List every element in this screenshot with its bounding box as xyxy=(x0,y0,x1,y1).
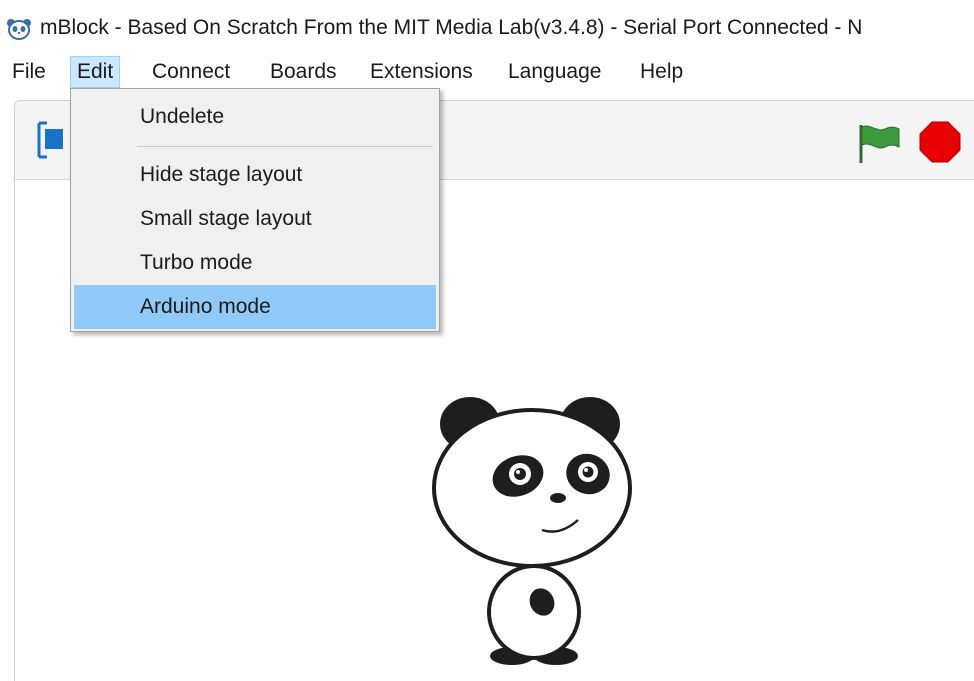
menu-file[interactable]: File xyxy=(6,56,52,88)
menu-help[interactable]: Help xyxy=(634,56,689,88)
edit-dropdown-menu: Undelete Hide stage layout Small stage l… xyxy=(70,88,440,332)
menu-item-turbo-mode[interactable]: Turbo mode xyxy=(74,241,436,285)
panda-sprite-icon[interactable] xyxy=(430,390,640,680)
menu-boards[interactable]: Boards xyxy=(264,56,343,88)
window-title: mBlock - Based On Scratch From the MIT M… xyxy=(40,16,863,39)
menu-item-arduino-mode[interactable]: Arduino mode xyxy=(74,285,436,329)
stop-sign-icon[interactable] xyxy=(919,121,961,163)
green-flag-icon[interactable] xyxy=(855,121,901,165)
menu-language[interactable]: Language xyxy=(502,56,607,88)
menu-separator xyxy=(137,146,433,147)
menu-connect[interactable]: Connect xyxy=(146,56,236,88)
menu-item-small-stage-layout[interactable]: Small stage layout xyxy=(74,197,436,241)
menu-edit[interactable]: Edit xyxy=(70,56,121,88)
stage-layout-toggle-icon[interactable] xyxy=(37,119,65,161)
menu-extensions[interactable]: Extensions xyxy=(364,56,479,88)
mblock-panda-icon xyxy=(7,19,31,40)
menu-item-hide-stage-layout[interactable]: Hide stage layout xyxy=(74,153,436,197)
title-bar: mBlock - Based On Scratch From the MIT M… xyxy=(0,0,974,58)
menu-item-undelete[interactable]: Undelete xyxy=(74,95,436,139)
menu-bar: File Edit Connect Boards Extensions Lang… xyxy=(0,56,974,88)
